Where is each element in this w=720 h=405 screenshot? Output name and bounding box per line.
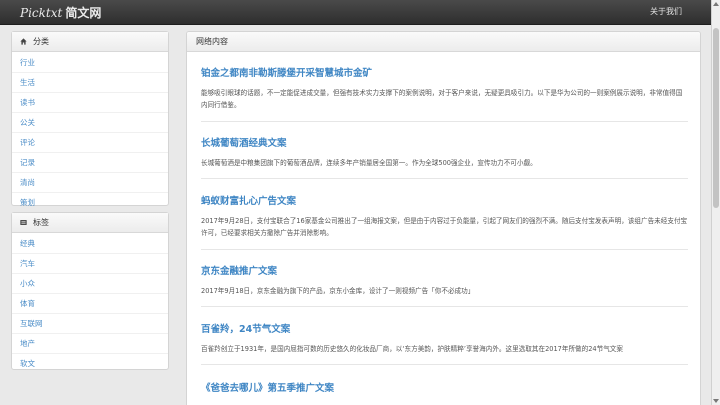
article-divider [201,121,688,122]
category-item[interactable]: 清尚 [12,173,168,193]
category-panel-title: 分类 [33,37,49,46]
tag-item[interactable]: 互联网 [12,314,168,334]
article-summary: 2017年9月18日，京东金融为旗下的产品，京东小金库，设计了一则视频广告「你不… [201,287,475,295]
article-title-link[interactable]: 《爸爸去哪儿》第五季推广文案 [201,380,688,394]
scroll-down-arrow-icon[interactable] [713,399,719,403]
brand-cn: 简文网 [65,6,102,20]
scroll-up-arrow-icon[interactable] [713,2,719,6]
category-item[interactable]: 生活 [12,73,168,93]
category-list: 行业 生活 读书 公关 评论 记录 清尚 策划 [12,52,168,212]
scroll-thumb[interactable] [713,28,719,208]
tag-item[interactable]: 经典 [12,234,168,254]
tag-list: 经典 汽车 小众 体育 互联网 地产 软文 [12,233,168,373]
article-title-link[interactable]: 长城葡萄酒经典文案 [201,135,688,149]
content-panel-title: 网络内容 [196,37,228,46]
category-panel: 分类 行业 生活 读书 公关 评论 记录 清尚 策划 [11,31,169,207]
article-item: 长城葡萄酒经典文案 长城葡萄酒是中粮集团旗下的葡萄酒品牌，连续多年产销量居全国第… [201,135,688,169]
tag-item[interactable]: 体育 [12,294,168,314]
article-title-link[interactable]: 百雀羚，24节气文案 [201,321,688,335]
article-divider [201,178,688,179]
tag-item[interactable]: 软文 [12,354,168,373]
category-item[interactable]: 读书 [12,93,168,113]
article-item: 《爸爸去哪儿》第五季推广文案 [201,380,688,402]
top-navbar: Picktxt 简文网 关于我们 [0,0,712,25]
content-panel-header: 网络内容 [187,32,700,52]
article-item: 铂金之都南非勒斯滕堡开采智慧城市金矿 能够吸引眼球的话题，不一定能促进成交量，但… [201,65,688,111]
article-item: 百雀羚，24节气文案 百雀羚创立于1931年，是国内屈指可数的历史悠久的化妆品厂… [201,321,688,355]
page-scrollbar[interactable] [711,0,720,405]
article-summary: 长城葡萄酒是中粮集团旗下的葡萄酒品牌，连续多年产销量居全国第一。作为全球500强… [201,159,537,167]
tag-panel: 标签 经典 汽车 小众 体育 互联网 地产 软文 [11,212,169,370]
article-item: 京东金融推广文案 2017年9月18日，京东金融为旗下的产品，京东小金库，设计了… [201,263,688,297]
home-icon [20,38,27,45]
tag-item[interactable]: 小众 [12,274,168,294]
tag-panel-header: 标签 [12,213,168,233]
article-divider [201,249,688,250]
article-title-link[interactable]: 京东金融推广文案 [201,263,688,277]
category-item[interactable]: 策划 [12,193,168,212]
tag-item[interactable]: 汽车 [12,254,168,274]
tag-panel-title: 标签 [33,218,49,227]
category-item[interactable]: 记录 [12,153,168,173]
content-panel: 网络内容 铂金之都南非勒斯滕堡开采智慧城市金矿 能够吸引眼球的话题，不一定能促进… [186,31,701,405]
article-item: 蚂蚁财富扎心广告文案 2017年9月28日，支付宝联合了16家基金公司推出了一组… [201,193,688,239]
brand-latin: Picktxt [20,6,63,20]
article-summary: 能够吸引眼球的话题，不一定能促进成交量，但强有技术实力支撑下的案例说明，对于客户… [201,89,683,109]
site-logo[interactable]: Picktxt 简文网 [20,4,101,21]
tag-icon [20,220,27,225]
category-item[interactable]: 行业 [12,53,168,73]
article-title-link[interactable]: 铂金之都南非勒斯滕堡开采智慧城市金矿 [201,65,688,79]
category-item[interactable]: 公关 [12,113,168,133]
article-divider [201,364,688,365]
tag-item[interactable]: 地产 [12,334,168,354]
article-summary: 2017年9月28日，支付宝联合了16家基金公司推出了一组海报文案，但是由于内容… [201,217,688,237]
about-us-link[interactable]: 关于我们 [650,6,682,17]
article-title-link[interactable]: 蚂蚁财富扎心广告文案 [201,193,688,207]
category-item[interactable]: 评论 [12,133,168,153]
article-divider [201,306,688,307]
article-summary: 百雀羚创立于1931年，是国内屈指可数的历史悠久的化妆品厂商，以‘东方美韵，护肤… [201,345,623,353]
category-panel-header: 分类 [12,32,168,52]
